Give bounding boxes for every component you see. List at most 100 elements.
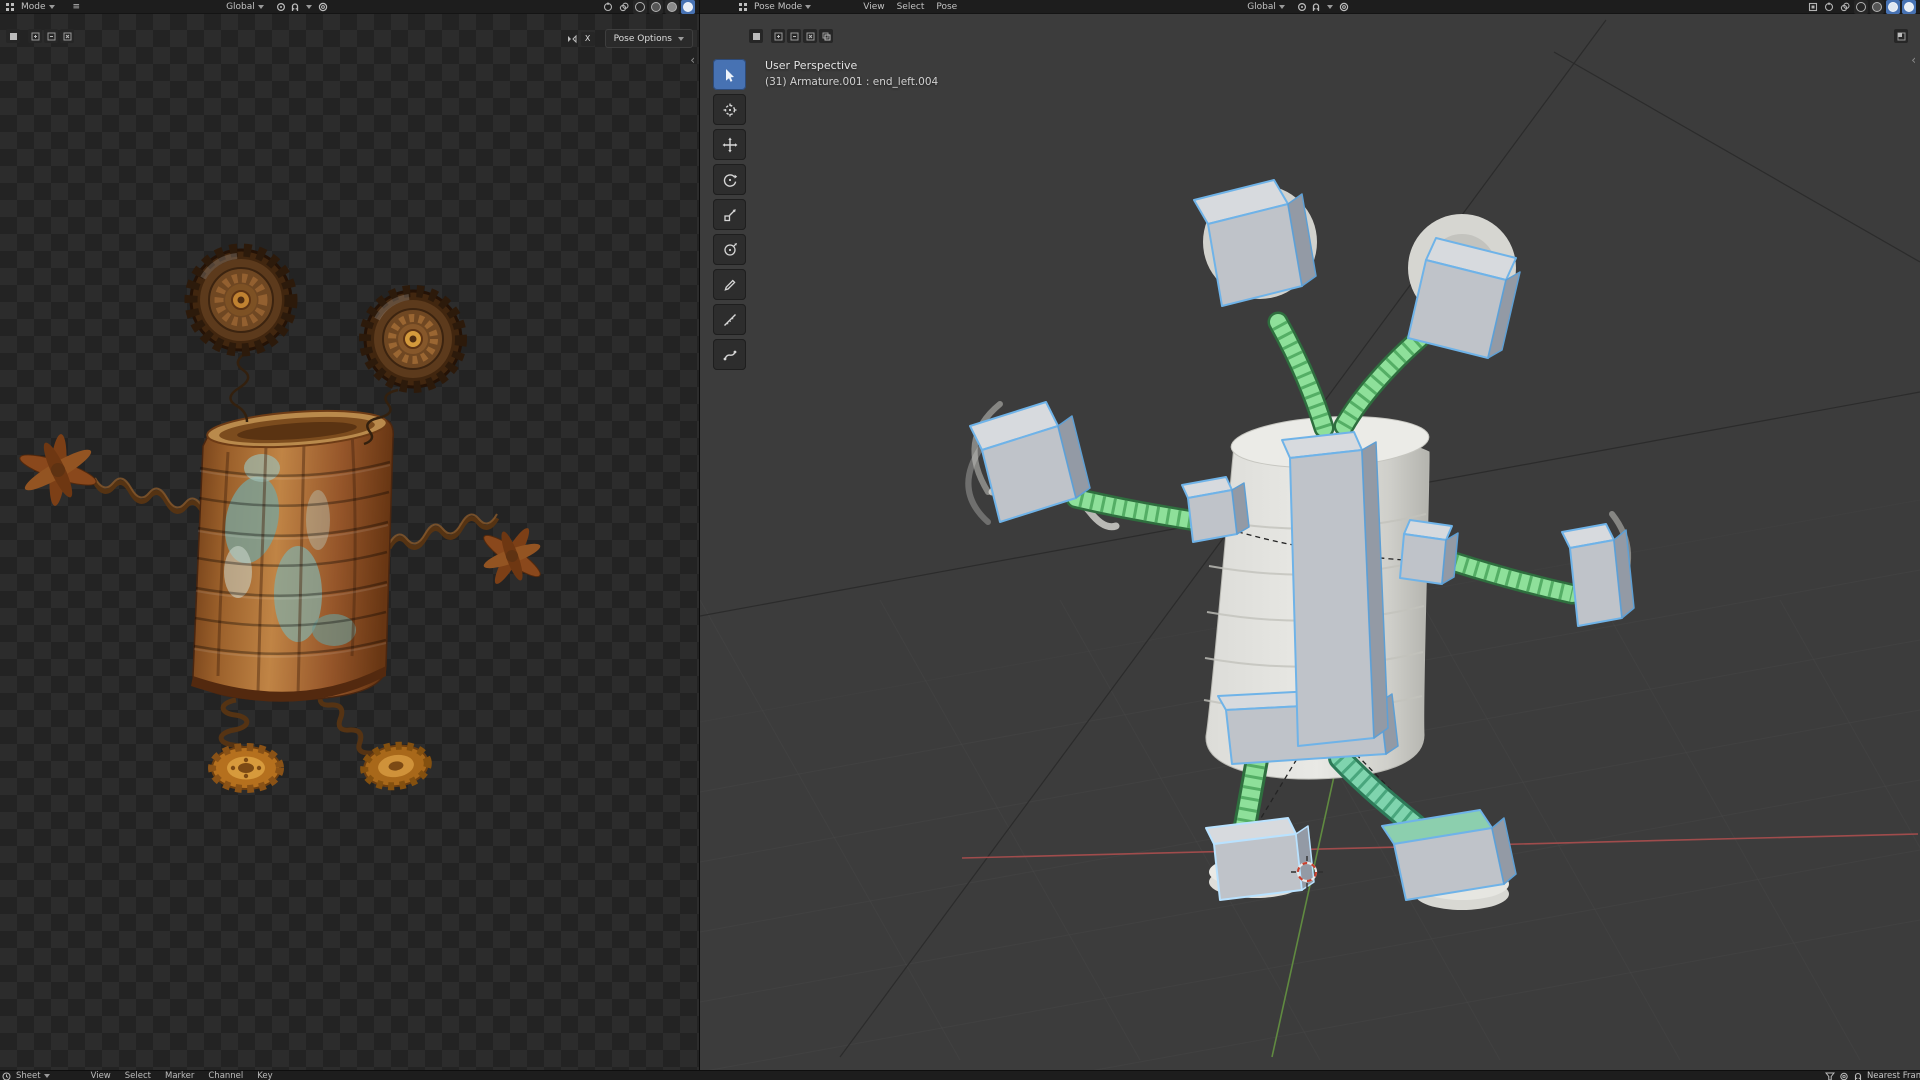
- bone-box-shoulder-right[interactable]: [1399, 519, 1459, 585]
- measure-tool[interactable]: [713, 304, 746, 335]
- right-arm-spring: [386, 516, 500, 550]
- snap-magnet-icon[interactable]: [288, 0, 302, 14]
- viewport-info-overlay: User Perspective (31) Armature.001 : end…: [765, 59, 938, 88]
- select-mode-set-icon[interactable]: [749, 29, 763, 43]
- proportional-editing-icon[interactable]: [316, 0, 330, 14]
- rendered-viewport-canvas[interactable]: X Pose Options ‹: [0, 13, 699, 1070]
- left-pose-tool-settings: X Pose Options: [565, 29, 693, 48]
- transform-tool[interactable]: [713, 234, 746, 265]
- options-icon[interactable]: [1894, 29, 1908, 43]
- proportional-editing-icon[interactable]: [1337, 0, 1351, 14]
- shading-wireframe-icon[interactable]: [1854, 0, 1868, 14]
- filter-icon[interactable]: [1824, 1072, 1835, 1080]
- snap-mode-dropdown[interactable]: Nearest Fram: [1867, 1071, 1920, 1080]
- show-overlays-icon[interactable]: [617, 0, 631, 14]
- pivot-point-icon[interactable]: [1295, 0, 1309, 14]
- move-tool[interactable]: [713, 129, 746, 160]
- editor-type-icon[interactable]: [3, 0, 17, 14]
- right-header-toggles: [1806, 0, 1916, 14]
- pivot-point-icon[interactable]: [274, 0, 288, 14]
- snap-settings-dropdown[interactable]: [1323, 0, 1337, 14]
- bone-cube-head-left[interactable]: [1193, 179, 1317, 307]
- shading-rendered-icon[interactable]: [681, 0, 695, 14]
- rendered-robot-scene: [17, 243, 544, 793]
- shading-wireframe-icon[interactable]: [633, 0, 647, 14]
- right-select-mode-row: [749, 29, 833, 43]
- scale-tool[interactable]: [713, 199, 746, 230]
- shading-material-icon[interactable]: [665, 0, 679, 14]
- bone-chain-antenna-left[interactable]: [1267, 311, 1335, 439]
- select-mode-extend-icon[interactable]: [771, 29, 785, 43]
- rendered-robot[interactable]: [17, 243, 544, 793]
- dope-sheet-mode-dropdown[interactable]: Sheet: [12, 1071, 54, 1080]
- orientation-label: Global: [226, 1, 255, 12]
- pose-scene: [700, 19, 1920, 1070]
- bone-box-foot-left-active[interactable]: [1205, 817, 1315, 901]
- menu-select[interactable]: Select: [891, 2, 931, 12]
- mode-dropdown[interactable]: Pose Mode: [750, 2, 815, 12]
- sidebar-collapse-arrow[interactable]: ‹: [1911, 54, 1916, 66]
- pose-options-dropdown[interactable]: Pose Options: [604, 29, 693, 48]
- proportional-editing-icon[interactable]: [1839, 1072, 1849, 1080]
- shading-solid-icon[interactable]: [1870, 0, 1884, 14]
- menu-view[interactable]: View: [857, 2, 890, 12]
- select-mode-set-icon[interactable]: [6, 29, 20, 43]
- shading-solid-icon[interactable]: [649, 0, 663, 14]
- snap-magnet-icon[interactable]: [1309, 0, 1323, 14]
- orientation-label: Global: [1247, 1, 1276, 12]
- snap-settings-dropdown[interactable]: [302, 0, 316, 14]
- ds-menu-key[interactable]: Key: [250, 1071, 279, 1080]
- right-foot-gear: [360, 741, 432, 791]
- editor-type-icon[interactable]: [736, 0, 750, 14]
- bone-chain-antenna-right[interactable]: [1333, 327, 1431, 437]
- shading-rendered-icon[interactable]: [1902, 0, 1916, 14]
- show-gizmo-icon[interactable]: [1822, 0, 1836, 14]
- chevron-down-icon: [43, 1074, 50, 1078]
- select-mode-invert-icon[interactable]: [60, 29, 74, 43]
- snap-magnet-icon[interactable]: [1853, 1072, 1863, 1080]
- show-overlays-icon[interactable]: [1838, 0, 1852, 14]
- mode-label: Pose Mode: [754, 1, 803, 12]
- mode-dropdown[interactable]: Mode: [17, 2, 59, 12]
- select-box-tool[interactable]: [713, 59, 746, 90]
- pose-breakdowner-tool[interactable]: [713, 339, 746, 370]
- select-mode-subtract-icon[interactable]: [44, 29, 58, 43]
- cursor-tool[interactable]: [713, 94, 746, 125]
- orientation-dropdown[interactable]: Global: [1243, 2, 1289, 12]
- ds-menu-select[interactable]: Select: [118, 1071, 158, 1080]
- view-perspective-label: User Perspective: [765, 59, 858, 72]
- show-gizmo-icon[interactable]: [601, 0, 615, 14]
- sidebar-collapse-arrow[interactable]: ‹: [690, 54, 695, 66]
- shading-material-icon[interactable]: [1886, 0, 1900, 14]
- bone-cube-hand-right[interactable]: [1561, 523, 1635, 627]
- pose-viewport-canvas[interactable]: ‹ User Perspective (31) Armature.001 : e…: [700, 13, 1920, 1070]
- ds-menu-marker[interactable]: Marker: [158, 1071, 201, 1080]
- dope-sheet-editor-icon[interactable]: [0, 1071, 12, 1080]
- viewport-toolbar: [713, 59, 746, 370]
- bone-box-shoulder-left[interactable]: [1181, 476, 1250, 543]
- right-tool-options: [1894, 29, 1908, 43]
- select-mode-invert-icon[interactable]: [803, 29, 817, 43]
- select-mode-intersect-icon[interactable]: [819, 29, 833, 43]
- left-eye-stem: [229, 350, 250, 423]
- mode-label: Mode: [21, 1, 46, 12]
- armature[interactable]: [969, 179, 1635, 901]
- right-hand-propeller: [483, 528, 541, 584]
- xray-toggle-icon[interactable]: [1806, 0, 1820, 14]
- bone-box-spine[interactable]: [1281, 431, 1389, 747]
- chevron-down-icon: [805, 4, 812, 9]
- ds-menu-channel[interactable]: Channel: [201, 1071, 250, 1080]
- viewport-right-editor: Pose Mode View Select Pose Global ‹ User…: [700, 0, 1920, 1070]
- left-arm-spring: [92, 480, 206, 514]
- orientation-dropdown[interactable]: Global: [222, 2, 268, 12]
- ds-menu-view[interactable]: View: [84, 1071, 118, 1080]
- select-mode-extend-icon[interactable]: [28, 29, 42, 43]
- chevron-down-icon: [1278, 4, 1285, 9]
- tin-can-body: [191, 409, 394, 702]
- select-mode-subtract-icon[interactable]: [787, 29, 801, 43]
- collapsed-menus-button[interactable]: ≡: [67, 2, 87, 12]
- annotate-tool[interactable]: [713, 269, 746, 300]
- menu-pose[interactable]: Pose: [930, 2, 963, 12]
- rotate-tool[interactable]: [713, 164, 746, 195]
- mirror-x-toggle[interactable]: X: [580, 31, 595, 46]
